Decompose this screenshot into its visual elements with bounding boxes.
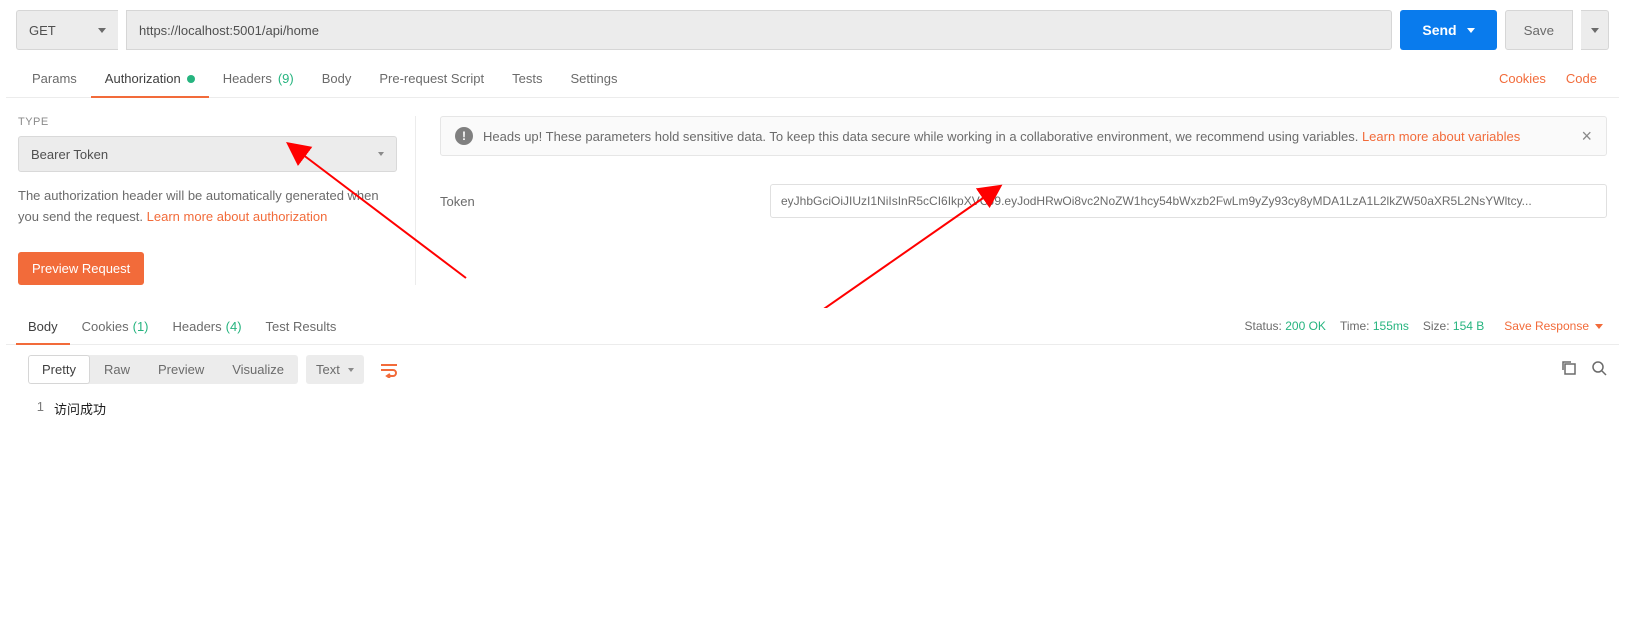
save-button[interactable]: Save (1505, 10, 1573, 50)
search-icon[interactable] (1591, 360, 1607, 379)
auth-learn-more-link[interactable]: Learn more about authorization (147, 209, 328, 224)
response-format-bar: Pretty Raw Preview Visualize Text (6, 345, 1619, 395)
tab-authorization[interactable]: Authorization (91, 60, 209, 97)
chevron-down-icon (348, 368, 354, 372)
line-number: 1 (6, 395, 54, 422)
sensitive-data-notice: ! Heads up! These parameters hold sensit… (440, 116, 1607, 156)
save-response-button[interactable]: Save Response (1498, 319, 1609, 333)
chevron-down-icon (1591, 28, 1599, 33)
preview-request-button[interactable]: Preview Request (18, 252, 144, 285)
close-icon[interactable]: × (1581, 127, 1592, 145)
http-method-value: GET (29, 23, 56, 38)
response-line: 访问成功 (54, 395, 106, 422)
response-tabs: Body Cookies (1) Headers (4) Test Result… (6, 309, 1619, 345)
view-preview[interactable]: Preview (144, 355, 218, 384)
token-label: Token (440, 194, 750, 209)
response-lang-select[interactable]: Text (306, 355, 364, 384)
chevron-down-icon (378, 152, 384, 156)
auth-active-dot-icon (187, 75, 195, 83)
resp-tab-tests[interactable]: Test Results (254, 309, 349, 344)
tab-settings[interactable]: Settings (556, 60, 631, 97)
chevron-down-icon (1467, 28, 1475, 33)
tab-tests[interactable]: Tests (498, 60, 556, 97)
resp-tab-cookies[interactable]: Cookies (1) (70, 309, 161, 344)
chevron-down-icon (98, 28, 106, 33)
http-method-select[interactable]: GET (16, 10, 118, 50)
tab-body[interactable]: Body (308, 60, 366, 97)
resp-tab-headers[interactable]: Headers (4) (161, 309, 254, 344)
chevron-down-icon (1595, 324, 1603, 329)
auth-type-label: TYPE (18, 116, 397, 128)
view-raw[interactable]: Raw (90, 355, 144, 384)
view-mode-group: Pretty Raw Preview Visualize (28, 355, 298, 384)
variables-learn-more-link[interactable]: Learn more about variables (1362, 129, 1520, 144)
copy-icon[interactable] (1561, 360, 1577, 379)
auth-help-text: The authorization header will be automat… (18, 186, 397, 228)
auth-type-value: Bearer Token (31, 147, 108, 162)
request-url-input[interactable] (126, 10, 1392, 50)
request-tabs: Params Authorization Headers (9) Body Pr… (6, 60, 1619, 98)
line-wrap-toggle[interactable] (372, 355, 406, 385)
response-body: 1 访问成功 (6, 395, 1619, 422)
save-label: Save (1524, 23, 1554, 38)
size-label: Size: 154 B (1423, 319, 1484, 333)
view-visualize[interactable]: Visualize (218, 355, 298, 384)
send-label: Send (1422, 22, 1456, 38)
tab-params[interactable]: Params (18, 60, 91, 97)
auth-type-select[interactable]: Bearer Token (18, 136, 397, 172)
time-label: Time: 155ms (1340, 319, 1409, 333)
send-button[interactable]: Send (1400, 10, 1496, 50)
bearer-token-input[interactable] (770, 184, 1607, 218)
tab-headers[interactable]: Headers (9) (209, 60, 308, 97)
resp-tab-body[interactable]: Body (16, 309, 70, 344)
save-dropdown-button[interactable] (1581, 10, 1609, 50)
status-label: Status: 200 OK (1245, 319, 1326, 333)
code-link[interactable]: Code (1556, 71, 1607, 86)
view-pretty[interactable]: Pretty (28, 355, 90, 384)
tab-pre-request[interactable]: Pre-request Script (365, 60, 498, 97)
info-icon: ! (455, 127, 473, 145)
cookies-link[interactable]: Cookies (1489, 71, 1556, 86)
